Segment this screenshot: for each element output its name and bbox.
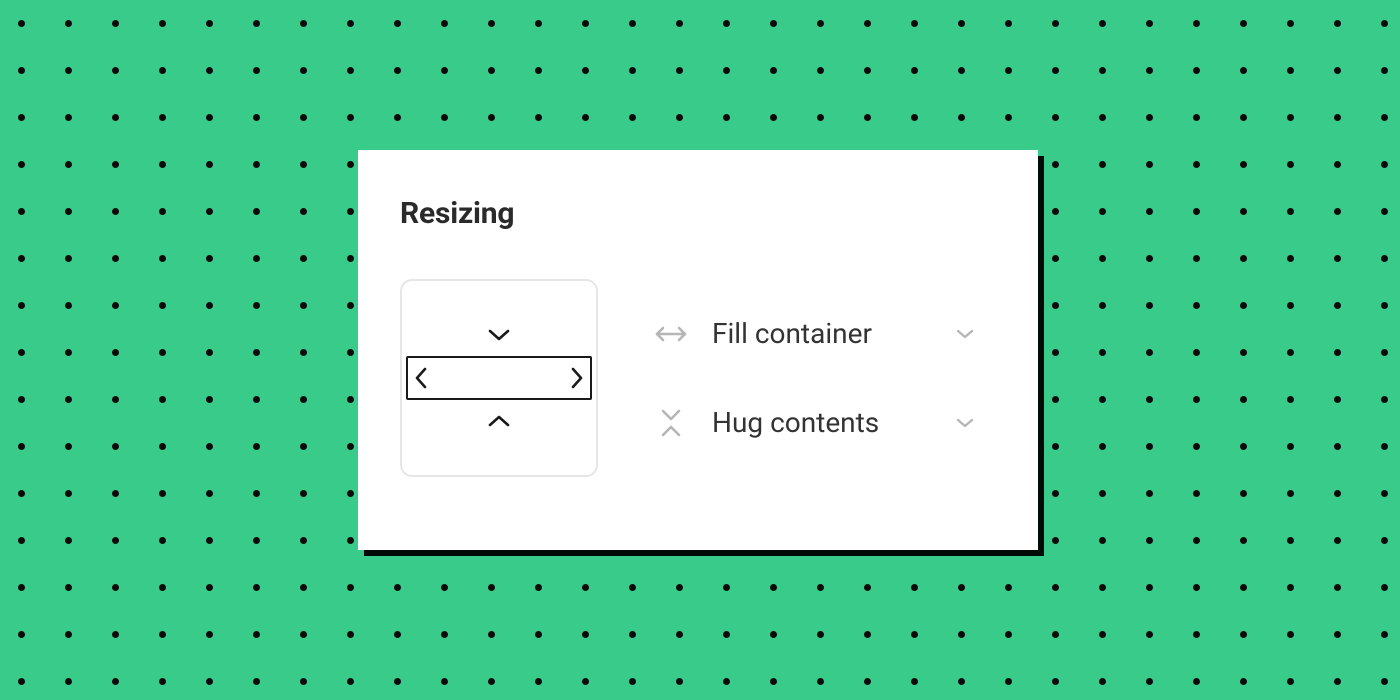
panel-title: Resizing — [400, 196, 996, 231]
resizing-panel: Resizing — [358, 150, 1038, 550]
vertical-resize-label: Hug contents — [712, 406, 932, 439]
resize-options-list: Fill container Hug contents — [654, 317, 974, 439]
horizontal-resize-dropdown[interactable]: Fill container — [654, 317, 974, 350]
panel-body: Fill container Hug contents — [400, 279, 996, 477]
vertical-resize-dropdown[interactable]: Hug contents — [654, 406, 974, 439]
arrows-horizontal-icon — [654, 324, 688, 344]
resize-horizontal-bar[interactable] — [406, 356, 592, 400]
chevron-up-icon — [488, 414, 510, 428]
chevron-right-icon — [570, 367, 584, 389]
hug-vertical-icon — [654, 408, 688, 438]
chevron-down-icon — [488, 328, 510, 342]
horizontal-resize-label: Fill container — [712, 317, 932, 350]
caret-down-icon — [956, 328, 974, 340]
chevron-left-icon — [414, 367, 428, 389]
caret-down-icon — [956, 417, 974, 429]
resize-preview-widget[interactable] — [400, 279, 598, 477]
